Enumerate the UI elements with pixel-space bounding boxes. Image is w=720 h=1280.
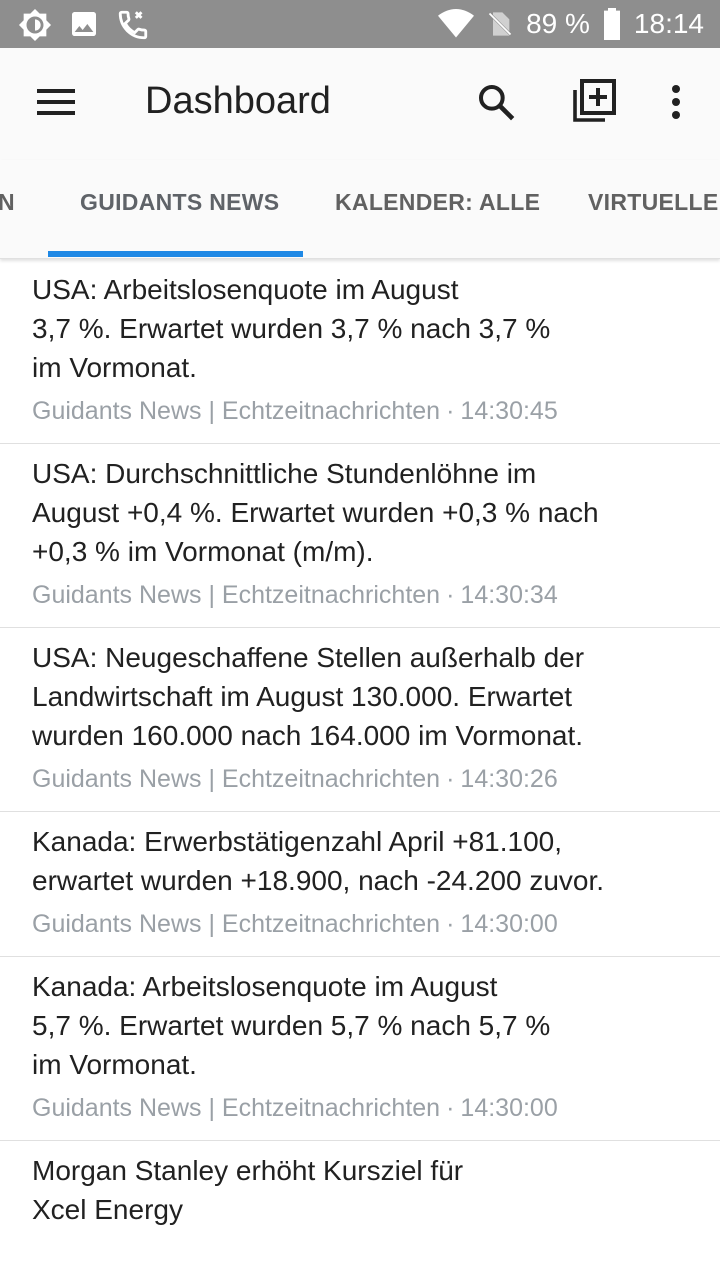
image-icon bbox=[68, 8, 100, 42]
news-source: Guidants News | Echtzeitnachrichten bbox=[32, 1094, 441, 1122]
more-vert-icon bbox=[671, 84, 681, 124]
news-meta: Guidants News | Echtzeitnachrichten · 14:3… bbox=[32, 910, 558, 938]
news-source: Guidants News | Echtzeitnachrichten bbox=[32, 910, 441, 938]
news-title: USA: Durchschnittliche Stundenlöhne im A… bbox=[32, 458, 599, 567]
news-title: Kanada: Erwerbstätigenzahl April +81.100… bbox=[32, 826, 605, 896]
tab-previous[interactable]: N bbox=[0, 160, 15, 258]
tab-kalender-alle[interactable]: KALENDER: ALLE bbox=[335, 160, 540, 258]
no-sim-icon bbox=[486, 8, 514, 40]
news-meta: Guidants News | Echtzeitnachrichten · 14:3… bbox=[32, 581, 558, 609]
brightness-icon bbox=[18, 8, 52, 42]
news-meta: Guidants News | Echtzeitnachrichten · 14:3… bbox=[32, 1094, 558, 1122]
add-box-icon bbox=[569, 78, 617, 131]
news-item[interactable]: USA: Arbeitslosenquote im August 3,7 %. … bbox=[0, 260, 720, 444]
page-title: Dashboard bbox=[145, 80, 331, 122]
news-title: Morgan Stanley erhöht Kursziel für Xcel … bbox=[32, 1155, 464, 1225]
clock: 18:14 bbox=[633, 8, 704, 39]
search-button[interactable] bbox=[470, 78, 522, 130]
battery-text: 89 % bbox=[526, 8, 590, 39]
wifi-icon bbox=[438, 9, 475, 39]
news-title: Kanada: Arbeitslosenquote im August 5,7 … bbox=[32, 971, 551, 1080]
news-time: 14:30:45 bbox=[460, 397, 558, 425]
news-source: Guidants News | Echtzeitnachrichten bbox=[32, 765, 441, 793]
status-bar: 89 % 18:14 bbox=[0, 0, 720, 48]
search-icon bbox=[476, 82, 516, 127]
news-item[interactable]: USA: Durchschnittliche Stundenlöhne im A… bbox=[0, 444, 720, 628]
news-meta: Guidants News | Echtzeitnachrichten · 14:3… bbox=[32, 765, 558, 793]
active-tab-indicator bbox=[48, 251, 303, 257]
more-options-button[interactable] bbox=[656, 78, 696, 130]
news-list: USA: Arbeitslosenquote im August 3,7 %. … bbox=[0, 260, 720, 1245]
add-widget-button[interactable] bbox=[565, 76, 621, 132]
news-time: 14:30:26 bbox=[460, 765, 558, 793]
news-title: USA: Arbeitslosenquote im August 3,7 %. … bbox=[32, 274, 551, 383]
news-time: 14:30:00 bbox=[460, 1094, 558, 1122]
news-item[interactable]: Morgan Stanley erhöht Kursziel für Xcel … bbox=[0, 1141, 720, 1245]
news-source: Guidants News | Echtzeitnachrichten bbox=[32, 581, 441, 609]
tab-virtuelle-depots[interactable]: VIRTUELLE D bbox=[588, 160, 720, 258]
news-meta: Guidants News | Echtzeitnachrichten · 14:3… bbox=[32, 397, 558, 425]
tab-guidants-news[interactable]: GUIDANTS NEWS bbox=[80, 160, 279, 258]
tab-bar: N GUIDANTS NEWS KALENDER: ALLE VIRTUELLE… bbox=[0, 160, 720, 259]
menu-icon bbox=[37, 88, 75, 120]
news-title: USA: Neugeschaffene Stellen außerhalb de… bbox=[32, 642, 585, 751]
news-time: 14:30:00 bbox=[460, 910, 558, 938]
news-item[interactable]: Kanada: Arbeitslosenquote im August 5,7 … bbox=[0, 957, 720, 1141]
phone-call-icon bbox=[116, 8, 150, 42]
menu-button[interactable] bbox=[24, 78, 88, 130]
app-bar: Dashboard bbox=[0, 48, 720, 160]
news-item[interactable]: USA: Neugeschaffene Stellen außerhalb de… bbox=[0, 628, 720, 812]
news-source: Guidants News | Echtzeitnachrichten bbox=[32, 397, 441, 425]
news-time: 14:30:34 bbox=[460, 581, 558, 609]
battery-icon bbox=[602, 8, 622, 40]
news-item[interactable]: Kanada: Erwerbstätigenzahl April +81.100… bbox=[0, 812, 720, 957]
